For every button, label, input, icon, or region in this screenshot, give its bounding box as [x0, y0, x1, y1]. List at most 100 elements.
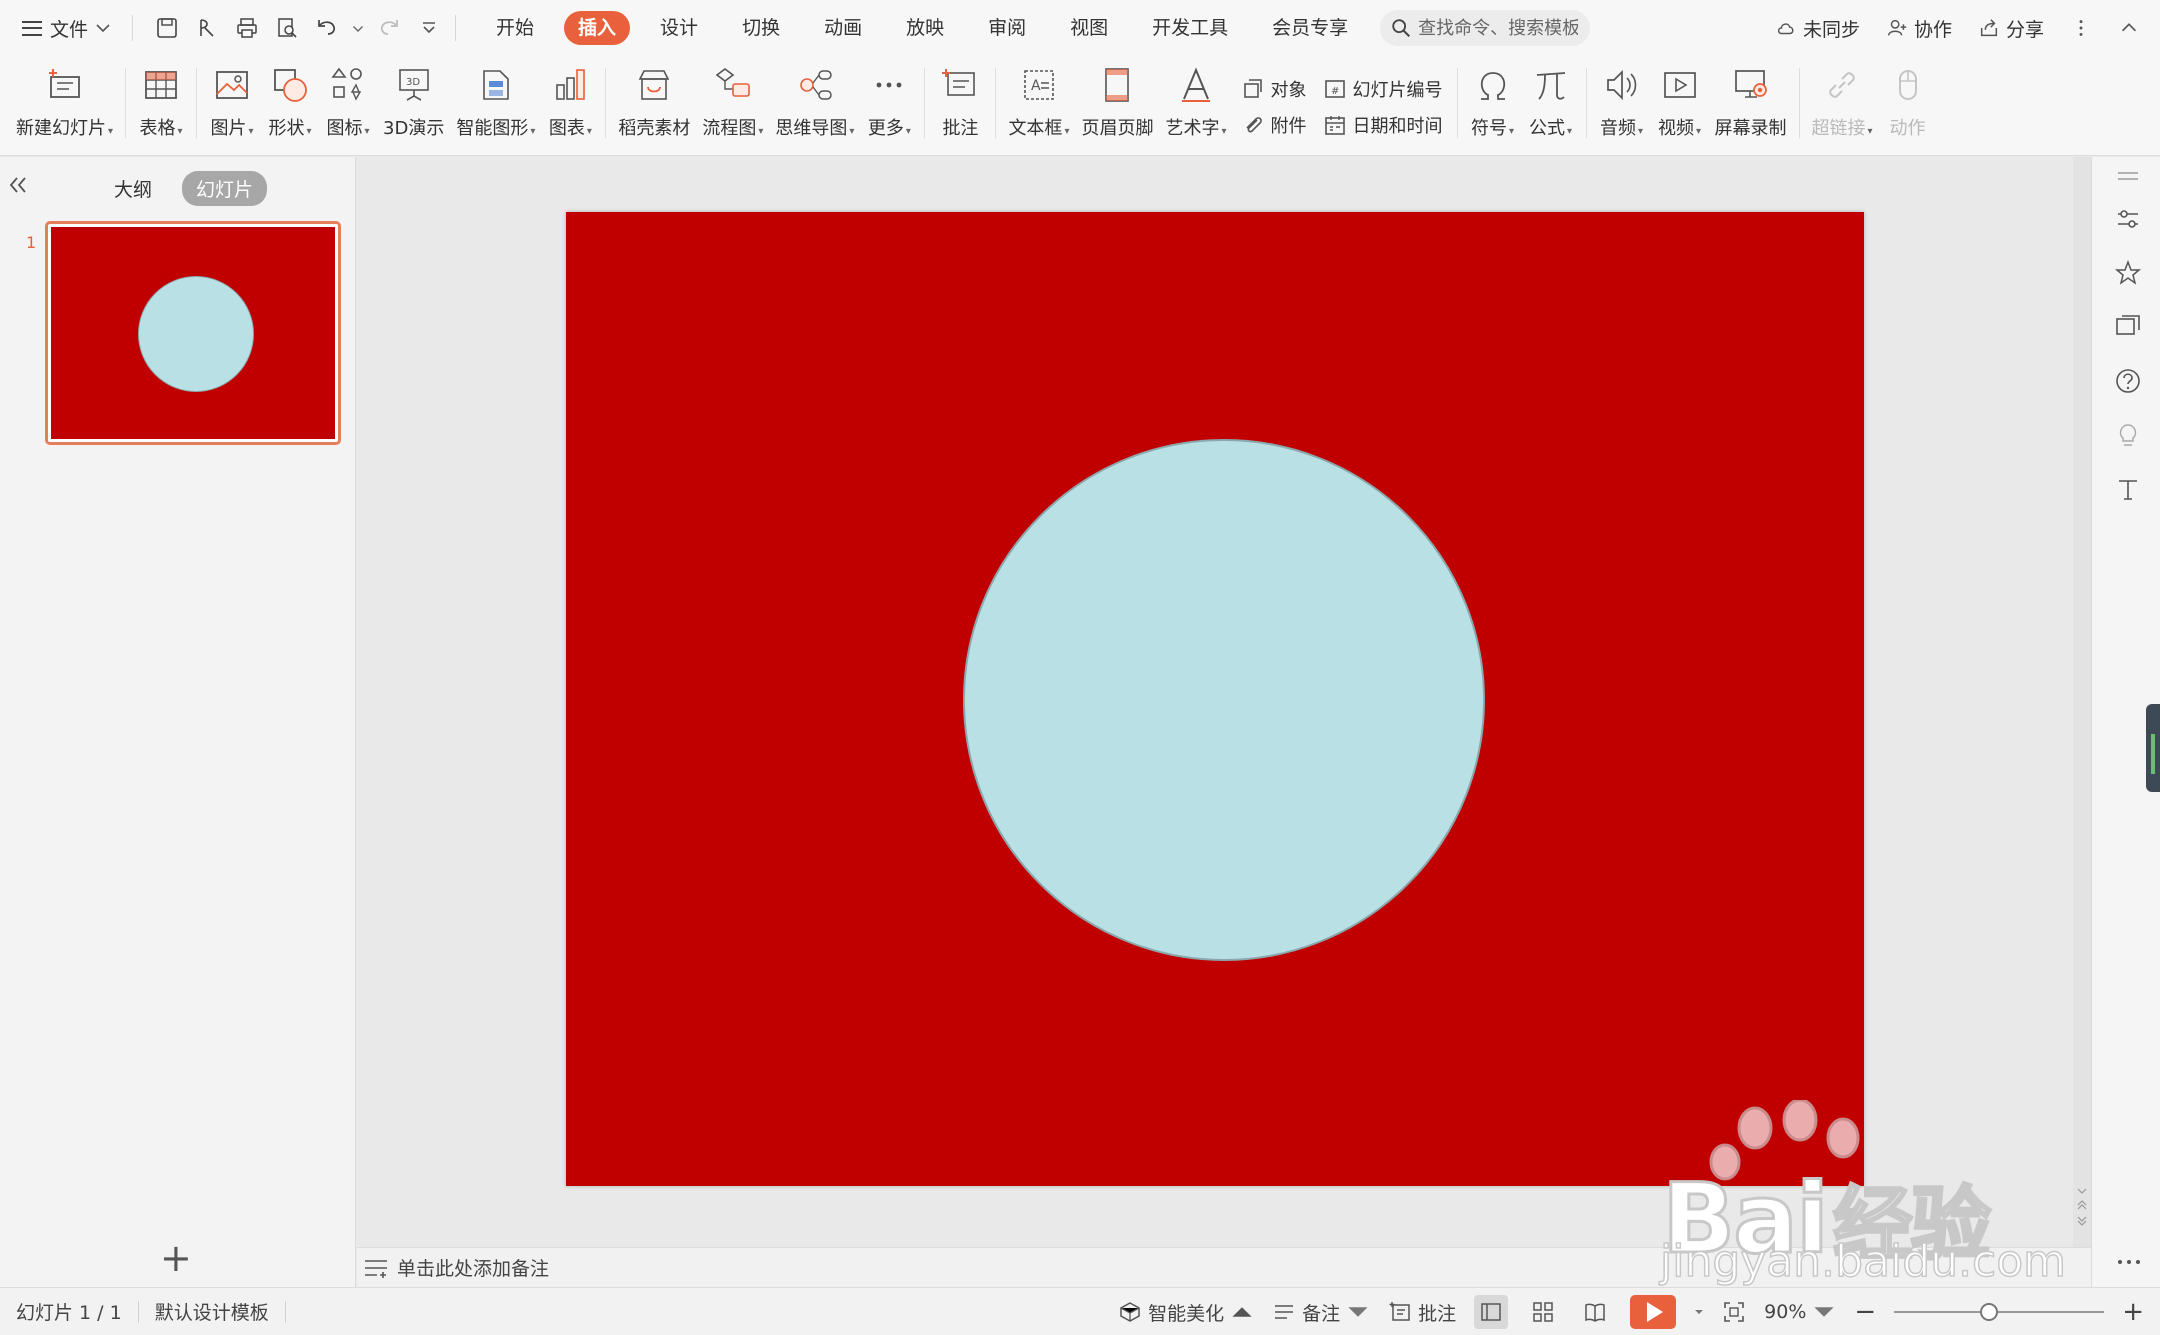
slide-canvas[interactable]: [566, 212, 1864, 1186]
collapse-panel-button[interactable]: [8, 175, 28, 200]
mindmap-button[interactable]: 思维导图 ▾: [769, 56, 860, 152]
3d-demo-button[interactable]: 3D 3D演示: [377, 56, 450, 152]
zoom-in-button[interactable]: +: [2122, 1299, 2144, 1325]
sidebar-collapse-button[interactable]: [2114, 165, 2142, 193]
add-slide-button[interactable]: +: [160, 1239, 192, 1277]
object-button[interactable]: 对象: [1241, 76, 1307, 102]
normal-view-button[interactable]: [1474, 1295, 1509, 1329]
sidebar-more-button[interactable]: [2116, 1247, 2142, 1271]
chart-label: 图表: [548, 118, 585, 139]
slide-thumbnail[interactable]: [45, 221, 341, 445]
sidebar-help-button[interactable]: [2114, 367, 2142, 395]
file-menu[interactable]: 文件: [0, 8, 124, 48]
collapse-ribbon-button[interactable]: [2118, 17, 2140, 39]
file-menu-label: 文件: [50, 18, 89, 41]
screen-record-label: 屏幕录制: [1714, 118, 1787, 139]
printer-icon: [237, 18, 257, 38]
start-slideshow-button[interactable]: [1630, 1295, 1677, 1329]
pi-icon: [1536, 72, 1565, 100]
textbox-button[interactable]: A 文本框 ▾: [1002, 56, 1075, 152]
datetime-button[interactable]: 日期和时间: [1323, 112, 1443, 138]
save-button[interactable]: [149, 10, 185, 46]
print-button[interactable]: [229, 10, 265, 46]
notes-toggle-button[interactable]: 备注: [1272, 1299, 1370, 1326]
smartart-button[interactable]: 智能图形 ▾: [450, 56, 541, 152]
share-button[interactable]: 分享: [1978, 15, 2044, 42]
audio-button[interactable]: 音频 ▾: [1593, 56, 1651, 152]
chevron-down-icon[interactable]: [1694, 1308, 1704, 1316]
sidebar-text-button[interactable]: [2114, 475, 2142, 503]
sidebar-favorite-button[interactable]: [2114, 259, 2142, 287]
flowchart-button[interactable]: 流程图 ▾: [696, 56, 769, 152]
tab-animations[interactable]: 动画: [802, 11, 884, 45]
zoom-slider[interactable]: [1894, 1303, 2105, 1321]
formula-label: 公式: [1528, 118, 1565, 139]
tab-home[interactable]: 开始: [474, 11, 556, 45]
new-slide-button[interactable]: 新建幻灯片 ▾: [10, 56, 119, 152]
daoke-assets-button[interactable]: 稻壳素材: [612, 56, 696, 152]
reading-view-button[interactable]: [1578, 1295, 1612, 1329]
tab-slides[interactable]: 幻灯片: [182, 171, 268, 206]
tab-slideshow[interactable]: 放映: [884, 11, 966, 45]
picture-button[interactable]: 图片 ▾: [203, 56, 261, 152]
prev-page-icon: [2077, 1200, 2087, 1210]
print-preview-button[interactable]: [269, 10, 305, 46]
header-footer-button[interactable]: 页眉页脚: [1075, 56, 1159, 152]
sorter-view-button[interactable]: [1526, 1295, 1560, 1329]
output-pdf-button[interactable]: [189, 10, 225, 46]
undo-button[interactable]: [309, 10, 345, 46]
video-button[interactable]: 视频 ▾: [1651, 56, 1709, 152]
chevron-down-icon: [1814, 1307, 1835, 1317]
hyperlink-button[interactable]: 超链接 ▾: [1806, 56, 1879, 152]
more-button[interactable]: 更多 ▾: [860, 56, 918, 152]
sidebar-tips-button[interactable]: [2114, 421, 2142, 449]
icon-button[interactable]: 图标 ▾: [319, 56, 377, 152]
sidebar-animation-button[interactable]: [2114, 313, 2142, 341]
vertical-scrollbar[interactable]: [2073, 157, 2091, 1247]
tab-transitions[interactable]: 切换: [720, 11, 802, 45]
header-footer-icon: [1105, 68, 1130, 102]
tab-member[interactable]: 会员专享: [1250, 11, 1370, 45]
sidebar-settings-button[interactable]: [2114, 205, 2142, 233]
thumbnail-circle-shape: [138, 276, 254, 392]
search-input[interactable]: [1418, 17, 1579, 39]
more-options-button[interactable]: [2070, 17, 2092, 39]
sync-status-button[interactable]: 未同步: [1775, 15, 1860, 42]
fit-window-button[interactable]: [1722, 1300, 1746, 1324]
action-button[interactable]: 动作: [1879, 56, 1937, 152]
circle-shape[interactable]: [963, 439, 1485, 961]
screen-record-button[interactable]: 屏幕录制: [1709, 56, 1793, 152]
formula-button[interactable]: 公式 ▾: [1522, 56, 1580, 152]
attachment-button[interactable]: 附件: [1241, 112, 1307, 138]
table-button[interactable]: 表格 ▾: [132, 56, 190, 152]
chart-button[interactable]: 图表 ▾: [541, 56, 599, 152]
shape-button[interactable]: 形状 ▾: [261, 56, 319, 152]
smart-beautify-label: 智能美化: [1148, 1302, 1225, 1325]
collaborate-button[interactable]: 协作: [1886, 15, 1952, 42]
slide-number-button[interactable]: # 幻灯片编号: [1323, 76, 1443, 102]
tab-insert[interactable]: 插入: [564, 11, 631, 45]
template-name[interactable]: 默认设计模板: [155, 1298, 285, 1325]
undo-dropdown[interactable]: [349, 10, 367, 46]
zoom-slider-handle[interactable]: [1979, 1303, 1998, 1321]
tab-view[interactable]: 视图: [1048, 11, 1130, 45]
divider: [125, 68, 127, 138]
customize-toolbar-button[interactable]: [411, 10, 447, 46]
comments-toggle-button[interactable]: 批注: [1388, 1299, 1456, 1326]
daoke-assets-label: 稻壳素材: [618, 118, 691, 139]
redo-button[interactable]: [371, 10, 407, 46]
tab-outline[interactable]: 大纲: [100, 171, 166, 206]
status-bar: 幻灯片 1 / 1 默认设计模板 智能美化 备注 批注 90% − +: [0, 1287, 2160, 1335]
tab-developer[interactable]: 开发工具: [1130, 11, 1250, 45]
wordart-button[interactable]: 艺术字 ▾: [1159, 56, 1232, 152]
symbol-button[interactable]: 符号 ▾: [1464, 56, 1522, 152]
tab-review[interactable]: 审阅: [966, 11, 1048, 45]
side-widget-tab[interactable]: [2146, 704, 2160, 792]
textbox-label: 文本框: [1008, 118, 1063, 139]
tab-design[interactable]: 设计: [638, 11, 720, 45]
command-search[interactable]: [1380, 10, 1591, 46]
zoom-level-dropdown[interactable]: 90%: [1764, 1300, 1836, 1324]
zoom-out-button[interactable]: −: [1854, 1299, 1876, 1325]
smart-beautify-button[interactable]: 智能美化: [1118, 1299, 1254, 1326]
comment-button[interactable]: 批注: [931, 56, 989, 152]
